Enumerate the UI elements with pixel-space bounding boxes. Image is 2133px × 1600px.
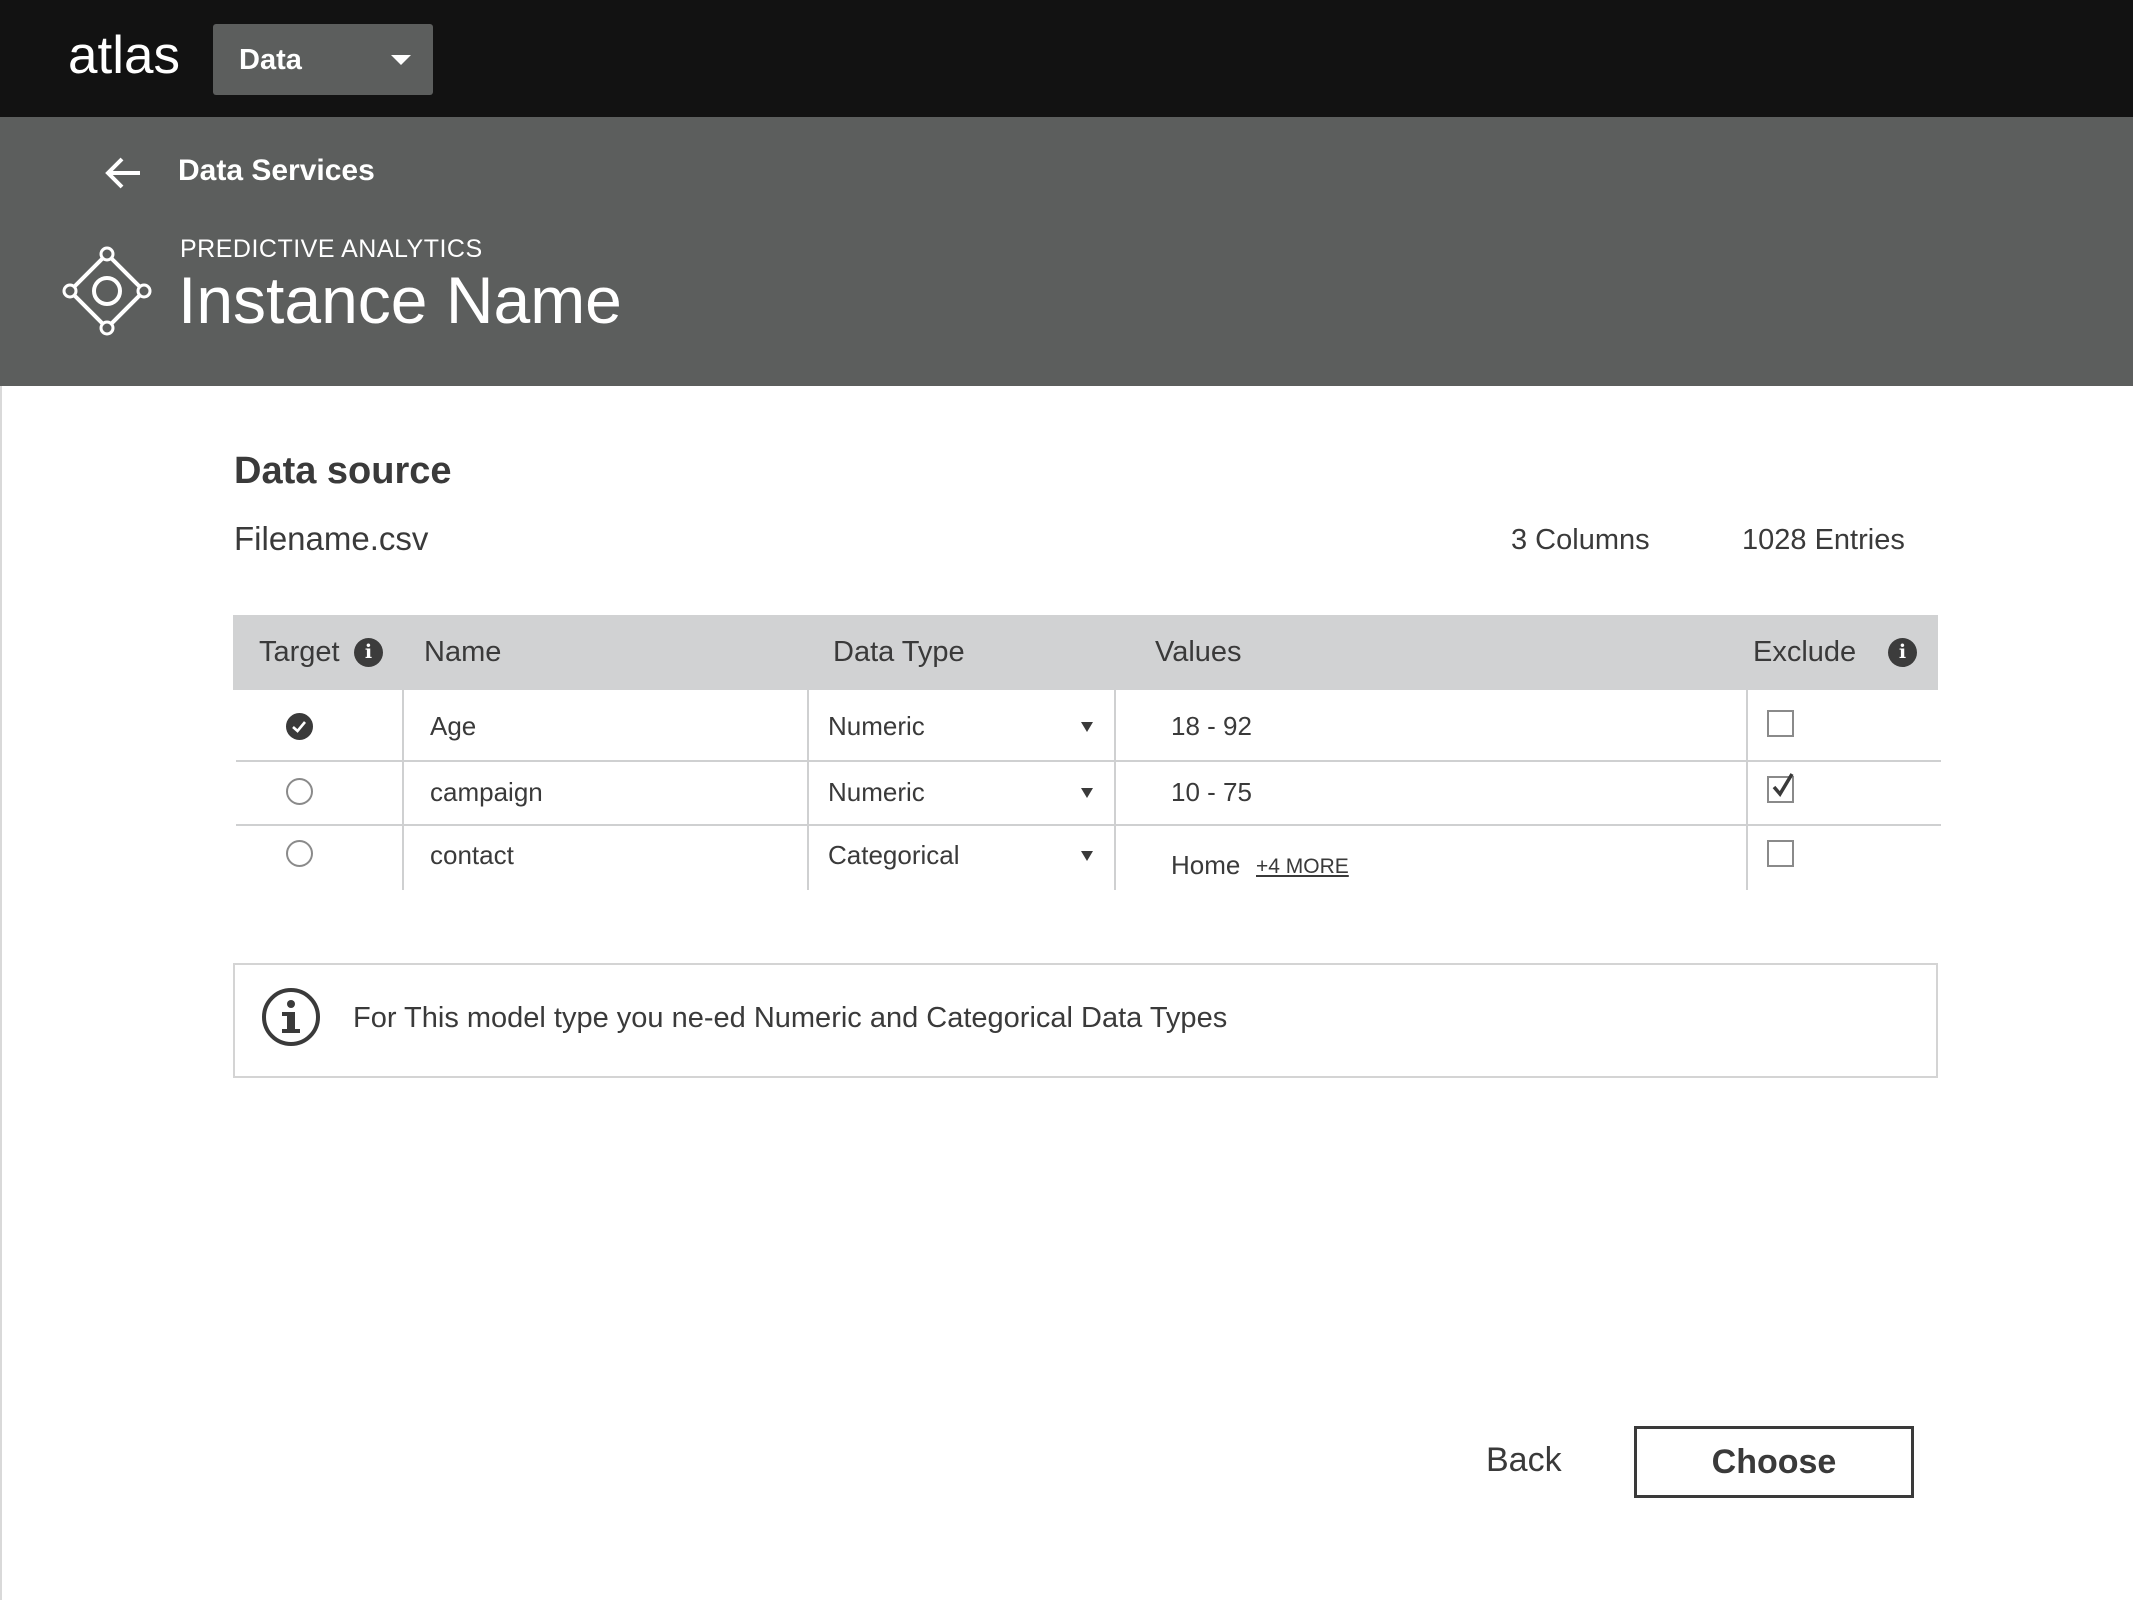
entries-count: 1028 Entries — [1742, 524, 1905, 556]
section-title: Data source — [234, 450, 452, 492]
check-icon — [292, 721, 306, 733]
column-values: 10 - 75 — [1171, 777, 1252, 807]
top-bar: atlas Data — [0, 0, 2133, 117]
choose-button[interactable]: Choose — [1634, 1426, 1914, 1498]
context-dropdown-label: Data — [239, 44, 302, 76]
column-values: 18 - 92 — [1171, 711, 1252, 741]
columns-count: 3 Columns — [1511, 524, 1650, 556]
info-circle-icon — [262, 988, 320, 1046]
table-row: campaign Numeric 10 - 75 — [236, 761, 1941, 824]
target-radio-selected[interactable] — [286, 713, 313, 740]
exclude-checkbox[interactable] — [1767, 710, 1794, 737]
check-icon — [1772, 773, 1794, 797]
data-type-value: Numeric — [828, 777, 925, 807]
data-type-select[interactable]: Numeric — [811, 761, 1116, 824]
more-values-link[interactable]: +4 MORE — [1256, 854, 1349, 880]
table-row: contact Categorical Home +4 MORE — [236, 825, 1941, 890]
service-diamond-icon — [62, 246, 152, 336]
notice-text: For This model type you ne-ed Numeric an… — [353, 1002, 1228, 1034]
column-values: Home — [1171, 850, 1241, 880]
context-dropdown[interactable]: Data — [213, 24, 433, 95]
back-arrow-icon[interactable] — [104, 155, 144, 191]
header-exclude: Exclude — [1753, 636, 1857, 668]
caret-down-icon — [1081, 851, 1093, 861]
exclude-checkbox[interactable] — [1767, 840, 1794, 867]
header-target: Target — [259, 636, 340, 668]
column-name: campaign — [430, 777, 543, 807]
column-name: contact — [430, 840, 514, 870]
exclude-checkbox-checked[interactable] — [1767, 773, 1794, 803]
breadcrumb[interactable]: Data Services — [178, 153, 375, 189]
header-data-type: Data Type — [833, 636, 965, 668]
app-logo[interactable]: atlas — [68, 26, 180, 86]
target-radio[interactable] — [286, 840, 313, 867]
header-name: Name — [424, 636, 502, 668]
target-info-icon[interactable]: i — [354, 638, 383, 667]
content-edge — [0, 386, 2, 1600]
table-header: Target i Name Data Type Values Exclude i — [233, 615, 1938, 690]
service-category: PREDICTIVE ANALYTICS — [180, 235, 483, 263]
target-radio[interactable] — [286, 778, 313, 805]
exclude-info-icon[interactable]: i — [1888, 638, 1917, 667]
info-notice: For This model type you ne-ed Numeric an… — [233, 963, 1938, 1078]
data-type-value: Categorical — [828, 840, 960, 870]
column-name: Age — [430, 711, 477, 741]
chevron-down-icon — [391, 55, 411, 65]
data-type-value: Numeric — [828, 711, 925, 741]
caret-down-icon — [1081, 788, 1093, 798]
filename: Filename.csv — [234, 520, 429, 557]
table-row: Age Numeric 18 - 92 — [236, 690, 1941, 760]
data-type-select[interactable]: Categorical — [811, 825, 1116, 890]
page-title: Instance Name — [178, 263, 622, 337]
header-values: Values — [1155, 636, 1242, 668]
caret-down-icon — [1081, 722, 1093, 732]
data-type-select[interactable]: Numeric — [811, 690, 1116, 760]
back-button[interactable]: Back — [1486, 1440, 1562, 1480]
